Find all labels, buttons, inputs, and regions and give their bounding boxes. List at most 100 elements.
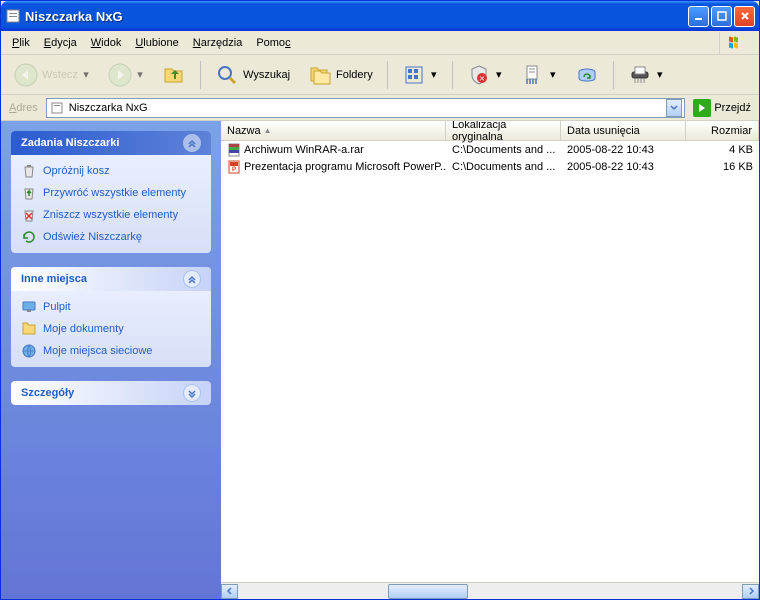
sidebar: Zadania Niszczarki Opróżnij kosz Przywró… [1, 121, 221, 599]
tool-button-3[interactable] [568, 60, 606, 90]
places-panel: Inne miejsca Pulpit Moje dokumenty Moje … [11, 267, 211, 367]
separator [200, 61, 201, 89]
places-body: Pulpit Moje dokumenty Moje miejsca sieci… [11, 291, 211, 367]
desktop-icon [21, 299, 37, 315]
cell-name: Archiwum WinRAR-a.rar [221, 142, 446, 158]
search-button[interactable]: Wyszukaj [208, 60, 297, 90]
cell-size: 4 KB [686, 143, 759, 157]
menu-tools[interactable]: Narzędzia [186, 34, 250, 52]
file-row[interactable]: P Prezentacja programu Microsoft PowerP.… [221, 158, 759, 175]
details-title: Szczegóły [21, 387, 183, 399]
back-button[interactable]: Wstecz ▾ [7, 60, 97, 90]
disk-refresh-icon [575, 63, 599, 87]
documents-icon [21, 321, 37, 337]
menubar: Plik Edycja Widok Ulubione Narzędzia Pom… [1, 31, 759, 55]
up-button[interactable] [155, 60, 193, 90]
ppt-icon: P [227, 160, 241, 174]
task-label: Zniszcz wszystkie elementy [43, 209, 178, 221]
cell-location: C:\Documents and ... [446, 160, 561, 174]
address-bar: Adres Niszczarka NxG Przejdź [1, 95, 759, 121]
menu-help[interactable]: Pomoc [249, 34, 297, 52]
forward-button[interactable]: ▾ [101, 60, 151, 90]
separator [387, 61, 388, 89]
close-button[interactable] [734, 6, 755, 27]
separator [452, 61, 453, 89]
address-dropdown[interactable] [666, 99, 682, 117]
menu-edit[interactable]: Edycja [37, 34, 84, 52]
place-label: Pulpit [43, 301, 71, 313]
places-title: Inne miejsca [21, 273, 183, 285]
minimize-button[interactable] [688, 6, 709, 27]
tasks-header[interactable]: Zadania Niszczarki [11, 131, 211, 155]
details-header[interactable]: Szczegóły [11, 381, 211, 405]
folders-button[interactable]: Foldery [301, 60, 380, 90]
horizontal-scrollbar[interactable] [221, 582, 759, 599]
shred-all-icon [21, 207, 37, 223]
column-headers: Nazwa ▲ Lokalizacja oryginalna Data usun… [221, 121, 759, 141]
column-size[interactable]: Rozmiar [686, 121, 759, 140]
network-icon [21, 343, 37, 359]
scroll-track[interactable] [238, 584, 742, 599]
go-icon [693, 99, 711, 117]
place-label: Moje miejsca sieciowe [43, 345, 152, 357]
chevron-down-icon: ▾ [136, 68, 144, 81]
file-row[interactable]: Archiwum WinRAR-a.rar C:\Documents and .… [221, 141, 759, 158]
tool-button-1[interactable]: ✕ ▾ [460, 60, 510, 90]
chevron-down-icon: ▾ [430, 68, 438, 81]
file-list: Nazwa ▲ Lokalizacja oryginalna Data usun… [221, 121, 759, 599]
place-desktop[interactable]: Pulpit [21, 299, 201, 315]
rar-icon [227, 143, 241, 157]
column-name[interactable]: Nazwa ▲ [221, 121, 446, 140]
separator [613, 61, 614, 89]
menu-file[interactable]: Plik [5, 34, 37, 52]
shredder-icon [628, 63, 652, 87]
chevron-down-icon: ▾ [495, 68, 503, 81]
task-label: Przywróć wszystkie elementy [43, 187, 186, 199]
scroll-thumb[interactable] [388, 584, 468, 599]
tasks-panel: Zadania Niszczarki Opróżnij kosz Przywró… [11, 131, 211, 253]
column-location[interactable]: Lokalizacja oryginalna [446, 121, 561, 140]
go-button[interactable]: Przejdź [689, 98, 755, 118]
menu-favorites[interactable]: Ulubione [128, 34, 185, 52]
cell-location: C:\Documents and ... [446, 143, 561, 157]
shield-red-icon: ✕ [467, 63, 491, 87]
address-label: Adres [5, 102, 42, 114]
window-controls [688, 6, 755, 27]
cell-size: 16 KB [686, 160, 759, 174]
task-label: Odśwież Niszczarkę [43, 231, 142, 243]
views-button[interactable]: ▾ [395, 60, 445, 90]
column-date[interactable]: Data usunięcia [561, 121, 686, 140]
place-label: Moje dokumenty [43, 323, 124, 335]
folders-icon [308, 63, 332, 87]
content: Zadania Niszczarki Opróżnij kosz Przywró… [1, 121, 759, 599]
tool-button-4[interactable]: ▾ [621, 60, 671, 90]
tasks-title: Zadania Niszczarki [21, 137, 183, 149]
chevron-up-icon [183, 134, 201, 152]
cell-name: P Prezentacja programu Microsoft PowerP.… [221, 159, 446, 175]
task-refresh[interactable]: Odśwież Niszczarkę [21, 229, 201, 245]
address-input[interactable]: Niszczarka NxG [46, 98, 686, 118]
document-shred-icon [521, 63, 545, 87]
chevron-down-icon: ▾ [549, 68, 557, 81]
task-restore-all[interactable]: Przywróć wszystkie elementy [21, 185, 201, 201]
file-rows: Archiwum WinRAR-a.rar C:\Documents and .… [221, 141, 759, 582]
window: Niszczarka NxG Plik Edycja Widok Ulubion… [0, 0, 760, 600]
maximize-button[interactable] [711, 6, 732, 27]
task-shred-all[interactable]: Zniszcz wszystkie elementy [21, 207, 201, 223]
place-documents[interactable]: Moje dokumenty [21, 321, 201, 337]
task-empty-bin[interactable]: Opróżnij kosz [21, 163, 201, 179]
cell-date: 2005-08-22 10:43 [561, 160, 686, 174]
tasks-body: Opróżnij kosz Przywróć wszystkie element… [11, 155, 211, 253]
task-label: Opróżnij kosz [43, 165, 110, 177]
search-icon [215, 63, 239, 87]
tool-button-2[interactable]: ▾ [514, 60, 564, 90]
places-header[interactable]: Inne miejsca [11, 267, 211, 291]
svg-text:P: P [232, 167, 236, 173]
place-network[interactable]: Moje miejsca sieciowe [21, 343, 201, 359]
menu-view[interactable]: Widok [84, 34, 129, 52]
chevron-down-icon: ▾ [656, 68, 664, 81]
scroll-right-button[interactable] [742, 584, 759, 599]
back-label: Wstecz [42, 69, 78, 81]
toolbar: Wstecz ▾ ▾ Wyszukaj Foldery ▾ ✕ ▾ [1, 55, 759, 95]
scroll-left-button[interactable] [221, 584, 238, 599]
